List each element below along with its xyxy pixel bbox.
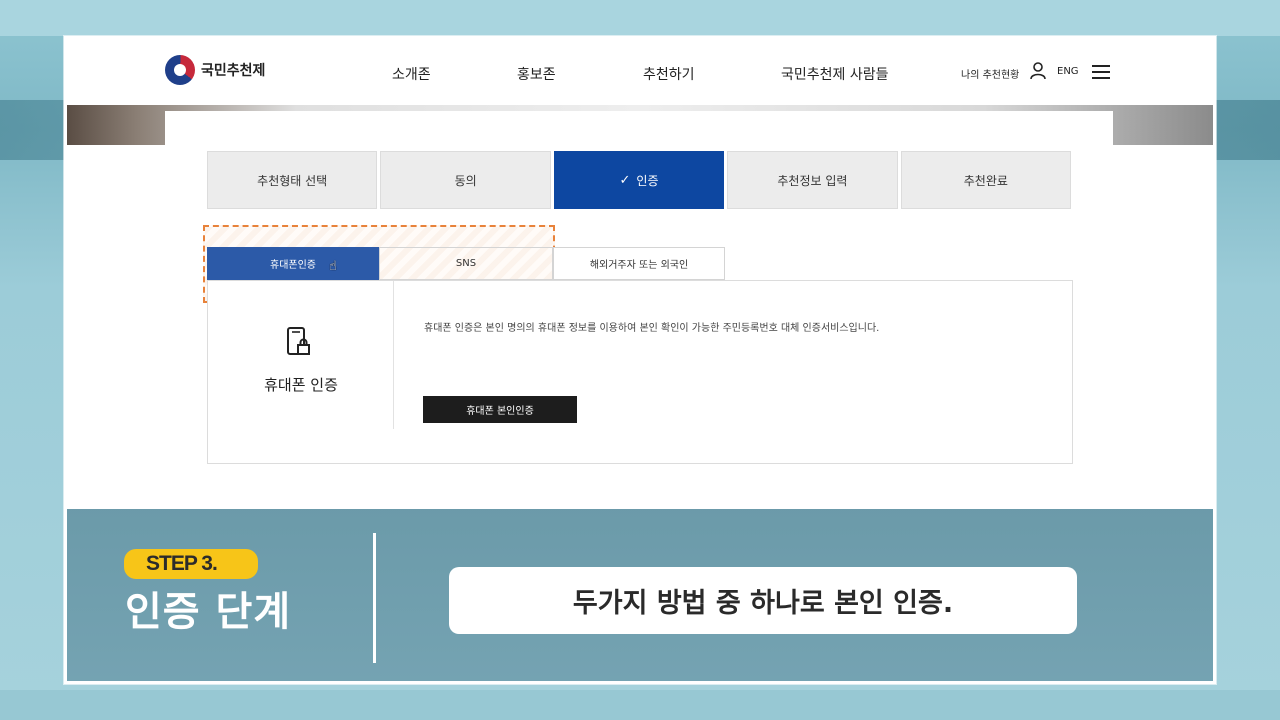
divider — [393, 281, 394, 429]
subtab-overseas[interactable]: 해외거주자 또는 외국인 — [553, 247, 725, 280]
step-tab-consent[interactable]: 동의 — [380, 151, 551, 209]
step-label: 인증 — [636, 173, 659, 188]
step-label: 추천형태 선택 — [257, 173, 328, 188]
nav-item-intro[interactable]: 소개존 — [392, 64, 431, 84]
step-title: 인증 단계 — [125, 589, 292, 635]
browser-frame: 국민추천제 소개존 홍보존 추천하기 국민추천제 사람들 나의 추천현황 ENG… — [64, 36, 1216, 684]
nav-item-people[interactable]: 국민추천제 사람들 — [781, 64, 889, 84]
phone-verify-button[interactable]: 휴대폰 본인인증 — [423, 396, 577, 423]
person-icon[interactable] — [1030, 62, 1046, 80]
step-label: 추천완료 — [963, 173, 1008, 188]
taegeuk-logo-icon[interactable] — [165, 55, 195, 85]
step-tab-type[interactable]: 추천형태 선택 — [207, 151, 378, 209]
subtab-phone[interactable]: 휴대폰인증 — [207, 247, 379, 280]
caption-text: 두가지 방법 중 하나로 본인 인증. — [449, 567, 1077, 634]
language-toggle[interactable]: ENG — [1057, 66, 1079, 77]
step-tabs: 추천형태 선택 동의 ✓ 인증 추천정보 입력 추천완료 — [207, 151, 1072, 209]
step-label: 추천정보 입력 — [777, 173, 848, 188]
auth-method-title: 휴대폰 인증 — [264, 376, 338, 394]
brand-name[interactable]: 국민추천제 — [201, 60, 265, 80]
background-top — [0, 0, 1280, 36]
site-header: 국민추천제 소개존 홍보존 추천하기 국민추천제 사람들 나의 추천현황 ENG — [67, 39, 1213, 105]
phone-lock-icon — [287, 327, 310, 355]
subtab-sns[interactable]: SNS — [379, 247, 553, 280]
my-recommend-status-link[interactable]: 나의 추천현황 — [961, 66, 1019, 81]
caption-divider — [373, 533, 376, 663]
check-icon: ✓ — [619, 172, 631, 188]
step-label: 동의 — [454, 173, 477, 188]
auth-info-box — [207, 280, 1073, 464]
nav-item-promo[interactable]: 홍보존 — [517, 64, 556, 84]
step-tab-complete[interactable]: 추천완료 — [900, 151, 1072, 209]
menu-icon[interactable] — [1092, 65, 1110, 79]
step-tab-info[interactable]: 추천정보 입력 — [727, 151, 898, 209]
caption-overlay: STEP 3. 인증 단계 두가지 방법 중 하나로 본인 인증. — [67, 509, 1213, 681]
step-tab-auth[interactable]: ✓ 인증 — [553, 151, 725, 209]
background-bottom — [0, 690, 1280, 720]
auth-description: 휴대폰 인증은 본인 명의의 휴대폰 정보를 이용하여 본인 확인이 가능한 주… — [424, 323, 880, 334]
pointer-cursor-icon: ☝ — [329, 259, 337, 274]
nav-item-recommend[interactable]: 추천하기 — [643, 64, 695, 84]
step-badge: STEP 3. — [124, 549, 258, 579]
